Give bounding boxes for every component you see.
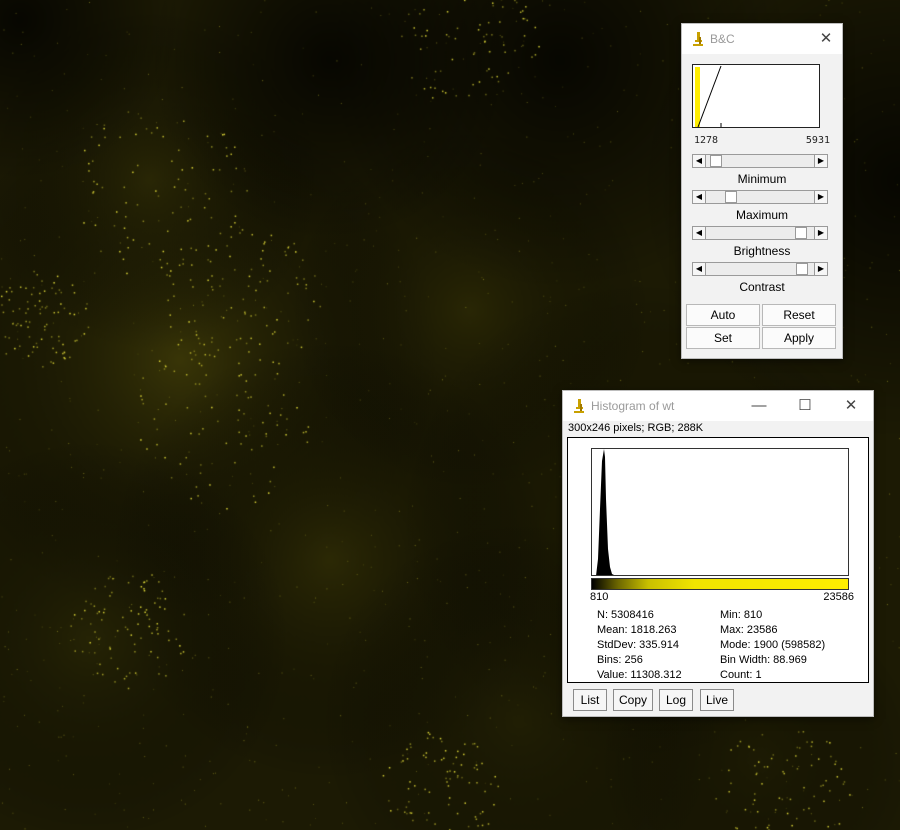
histogram-axis-max: 23586 bbox=[823, 591, 854, 603]
histogram-plot bbox=[591, 448, 849, 576]
contrast-label: Contrast bbox=[739, 280, 785, 294]
slider-right-arrow-icon[interactable]: ▶ bbox=[814, 155, 827, 167]
imagej-microscope-icon bbox=[693, 32, 703, 46]
slider-left-arrow-icon[interactable]: ◀ bbox=[693, 227, 706, 239]
stat-stddev: StdDev: 335.914 bbox=[597, 639, 679, 651]
bc-display-min: 1278 bbox=[694, 135, 719, 146]
histogram-window-title: Histogram of wt bbox=[591, 399, 675, 413]
close-icon[interactable]: ✕ bbox=[812, 28, 840, 50]
stat-max: Max: 23586 bbox=[720, 624, 778, 636]
slider-right-arrow-icon[interactable]: ▶ bbox=[814, 191, 827, 203]
stat-n: N: 5308416 bbox=[597, 609, 654, 621]
apply-button[interactable]: Apply bbox=[762, 327, 836, 349]
maximum-slider-thumb[interactable] bbox=[725, 191, 737, 203]
brightness-contrast-window: B&C ✕ 1278 5931 ◀ ▶ Minimum ◀ ▶ Maximum … bbox=[681, 23, 843, 359]
minimum-slider[interactable]: ◀ ▶ bbox=[692, 154, 828, 168]
contrast-slider[interactable]: ◀ ▶ bbox=[692, 262, 828, 276]
histogram-lut-bar bbox=[591, 578, 849, 590]
brightness-slider-thumb[interactable] bbox=[795, 227, 807, 239]
list-button[interactable]: List bbox=[573, 689, 607, 711]
stat-mode: Mode: 1900 (598582) bbox=[720, 639, 826, 651]
bc-transfer-graph bbox=[695, 65, 722, 127]
image-info: 300x246 pixels; RGB; 288K bbox=[568, 422, 704, 434]
log-button[interactable]: Log bbox=[659, 689, 693, 711]
stat-min: Min: 810 bbox=[720, 609, 763, 621]
contrast-slider-thumb[interactable] bbox=[796, 263, 808, 275]
slider-left-arrow-icon[interactable]: ◀ bbox=[693, 263, 706, 275]
maximize-icon[interactable]: ☐ bbox=[791, 395, 819, 417]
histogram-titlebar[interactable]: Histogram of wt — ☐ ✕ bbox=[563, 391, 873, 421]
brightness-slider[interactable]: ◀ ▶ bbox=[692, 226, 828, 240]
minimum-slider-thumb[interactable] bbox=[710, 155, 722, 167]
imagej-microscope-icon bbox=[574, 399, 584, 413]
histogram-window: Histogram of wt — ☐ ✕ 300x246 pixels; RG… bbox=[562, 390, 874, 717]
set-button[interactable]: Set bbox=[686, 327, 760, 349]
bc-window-title: B&C bbox=[710, 32, 735, 46]
bc-display-max: 5931 bbox=[805, 135, 830, 146]
reset-button[interactable]: Reset bbox=[762, 304, 836, 326]
maximum-label: Maximum bbox=[735, 208, 788, 222]
minimum-label: Minimum bbox=[737, 172, 787, 186]
maximum-slider[interactable]: ◀ ▶ bbox=[692, 190, 828, 204]
copy-button[interactable]: Copy bbox=[613, 689, 653, 711]
histogram-panel: 810 23586 N: 5308416 Mean: 1818.263 StdD… bbox=[567, 437, 869, 683]
slider-right-arrow-icon[interactable]: ▶ bbox=[814, 227, 827, 239]
brightness-label: Brightness bbox=[733, 244, 791, 258]
stat-mean: Mean: 1818.263 bbox=[597, 624, 677, 636]
histogram-axis-min: 810 bbox=[590, 591, 609, 603]
stat-bin-width: Bin Width: 88.969 bbox=[720, 654, 807, 666]
bc-titlebar[interactable]: B&C ✕ bbox=[682, 24, 842, 54]
histogram-distribution bbox=[596, 449, 614, 575]
minimize-icon[interactable]: — bbox=[745, 395, 773, 417]
live-button[interactable]: Live bbox=[700, 689, 734, 711]
auto-button[interactable]: Auto bbox=[686, 304, 760, 326]
stat-value: Value: 11308.312 bbox=[597, 669, 682, 681]
slider-right-arrow-icon[interactable]: ▶ bbox=[814, 263, 827, 275]
slider-left-arrow-icon[interactable]: ◀ bbox=[693, 155, 706, 167]
stat-bins: Bins: 256 bbox=[597, 654, 643, 666]
bc-histogram-plot bbox=[692, 64, 820, 128]
slider-left-arrow-icon[interactable]: ◀ bbox=[693, 191, 706, 203]
stat-count: Count: 1 bbox=[720, 669, 762, 681]
close-icon[interactable]: ✕ bbox=[837, 395, 865, 417]
